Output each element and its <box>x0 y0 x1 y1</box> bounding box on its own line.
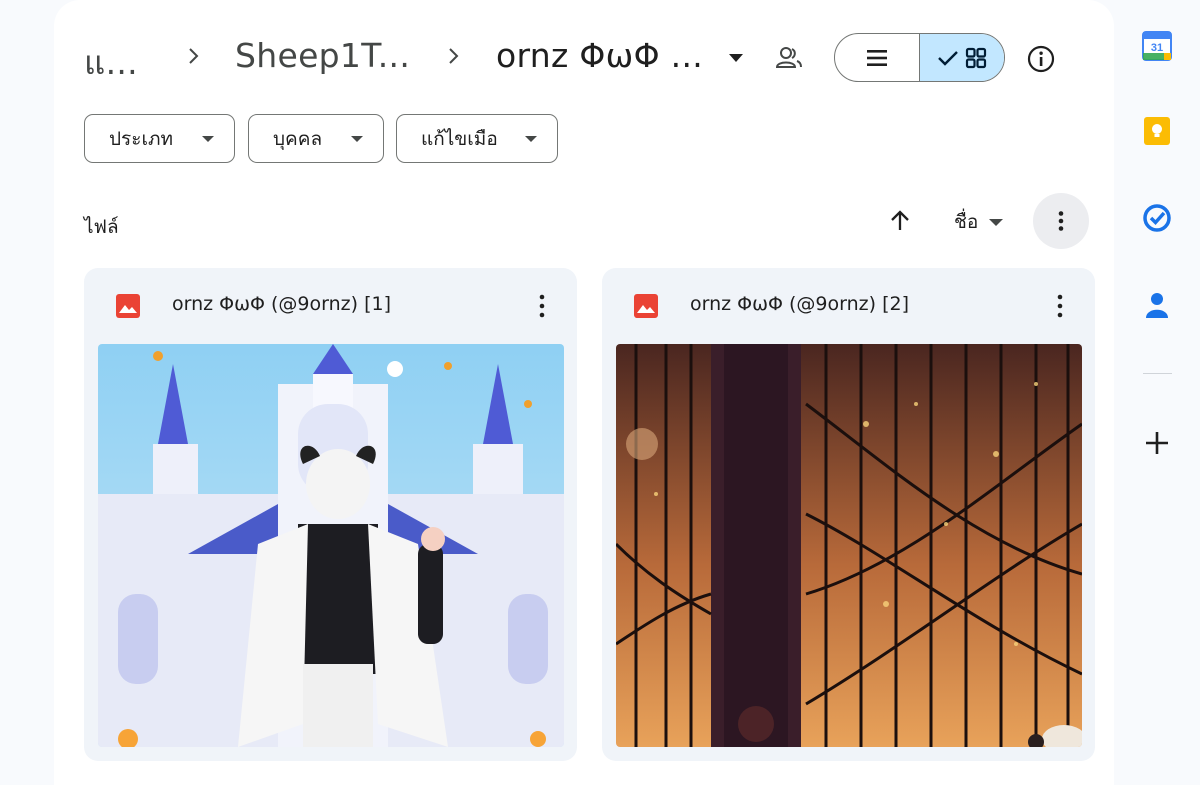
file-name: ornz ΦωΦ (@9ornz) [1] <box>172 293 392 315</box>
people-filter-label: บุคคล <box>273 127 323 150</box>
rail-divider <box>1143 373 1172 374</box>
modified-filter-label: แก้ไขเมือ <box>421 127 498 150</box>
modified-filter-chip[interactable]: แก้ไขเมือ <box>396 114 558 163</box>
file-card[interactable]: ornz ΦωΦ (@9ornz) [1] <box>84 268 577 761</box>
grid-view-button[interactable] <box>919 34 1004 81</box>
breadcrumb-item-folder[interactable]: Sheep1T... <box>235 36 410 75</box>
breadcrumb-item-root[interactable]: แ... <box>84 36 138 89</box>
dropdown-triangle-icon <box>351 136 363 142</box>
file-thumbnail-fireworks-window[interactable] <box>616 344 1082 747</box>
image-file-icon <box>116 294 140 318</box>
sort-field-button[interactable]: ชื่อ <box>954 207 978 237</box>
file-thumbnail-cathedral-character[interactable] <box>98 344 564 747</box>
list-view-button[interactable] <box>835 34 919 81</box>
header: แ... Sheep1T... ornz ΦωΦ ... <box>54 0 1114 118</box>
type-filter-chip[interactable]: ประเภท <box>84 114 235 163</box>
breadcrumb-item-current[interactable]: ornz ΦωΦ ... <box>496 36 703 75</box>
tasks-icon[interactable] <box>1142 203 1172 233</box>
drive-main-panel: แ... Sheep1T... ornz ΦωΦ ... ประเภท บุคค… <box>54 0 1114 785</box>
contacts-icon[interactable] <box>1142 290 1172 320</box>
type-filter-label: ประเภท <box>109 127 174 150</box>
list-view-icon <box>867 49 887 66</box>
sort-dropdown-triangle-icon[interactable] <box>989 219 1003 226</box>
calendar-day-number: 31 <box>1151 42 1163 54</box>
people-icon[interactable] <box>774 44 804 72</box>
folder-menu-caret-icon[interactable] <box>724 48 748 68</box>
grid-view-icon <box>965 47 987 68</box>
arrow-up-icon[interactable] <box>887 208 913 234</box>
dropdown-triangle-icon <box>202 136 214 142</box>
keep-icon[interactable] <box>1142 116 1172 146</box>
more-vert-icon <box>1058 211 1064 231</box>
dropdown-triangle-icon <box>525 136 537 142</box>
check-icon <box>938 50 958 66</box>
file-name: ornz ΦωΦ (@9ornz) [2] <box>690 293 910 315</box>
chevron-right-icon <box>449 48 459 64</box>
calendar-icon[interactable]: 31 <box>1142 31 1172 61</box>
more-options-button[interactable] <box>1033 193 1089 249</box>
chevron-right-icon <box>189 48 199 64</box>
image-file-icon <box>634 294 658 318</box>
people-filter-chip[interactable]: บุคคล <box>248 114 384 163</box>
more-vert-icon[interactable] <box>530 292 554 320</box>
more-vert-icon[interactable] <box>1048 292 1072 320</box>
info-icon[interactable] <box>1026 44 1056 74</box>
file-card[interactable]: ornz ΦωΦ (@9ornz) [2] <box>602 268 1095 761</box>
files-section-title: ไฟล์ <box>84 216 119 238</box>
view-toggle <box>834 33 1005 82</box>
plus-icon[interactable] <box>1142 428 1172 458</box>
